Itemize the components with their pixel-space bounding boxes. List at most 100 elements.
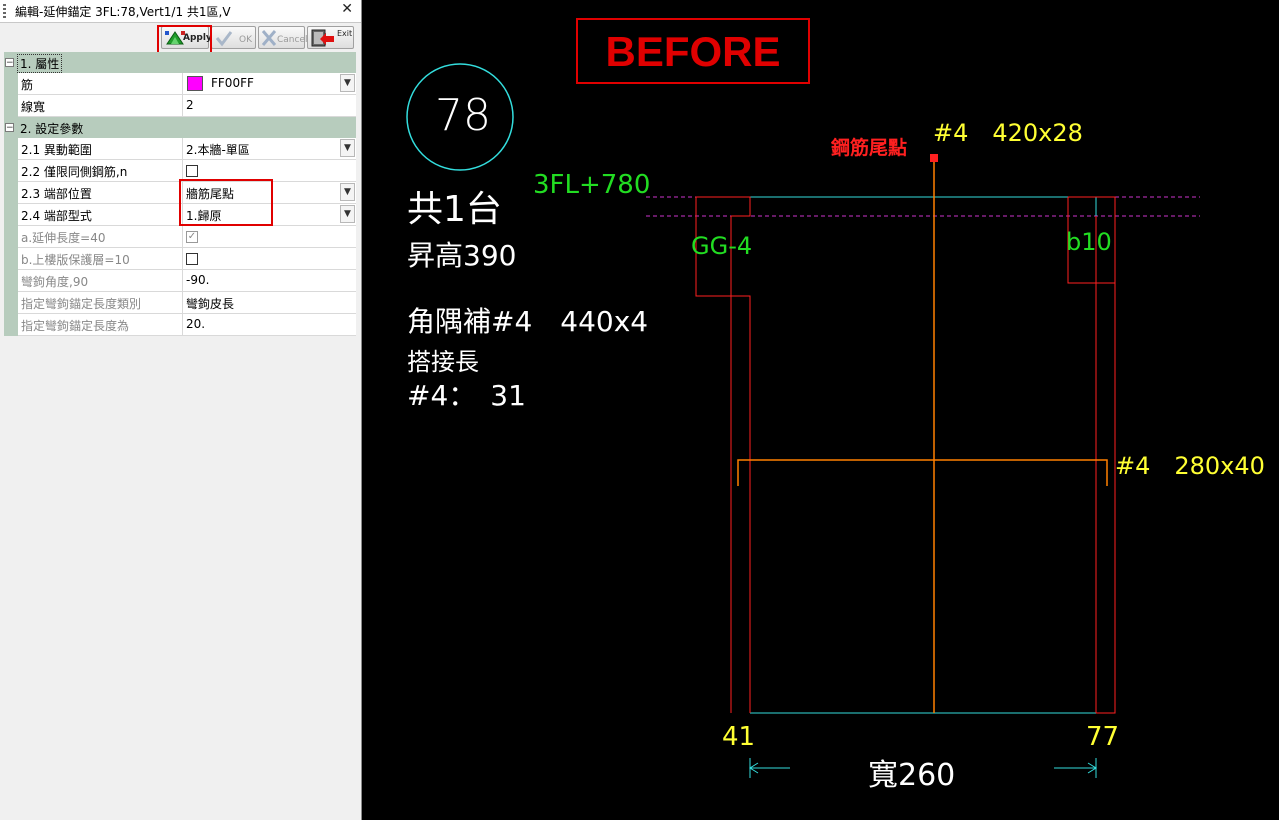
- rebar-tail-point: [930, 154, 938, 162]
- linewidth-field[interactable]: 2: [183, 95, 356, 117]
- panel-titlebar: 編輯-延伸錨定 3FL:78,Vert1/1 共1區,V ✕: [0, 0, 361, 23]
- property-name-text: 2.2 僅限同側鋼筋,n: [21, 165, 128, 179]
- property-row-hook-angle[interactable]: 彎鉤角度,90 -90.: [4, 270, 356, 292]
- hook-type-field[interactable]: 彎鉤皮長: [183, 292, 356, 314]
- row-gutter: [4, 182, 18, 204]
- property-grid: − 1. 屬性 筋 FF00FF ▼ 線寬 2 − 2. 設定參數 2.1 異動…: [4, 52, 356, 336]
- hoop-rebar-text: #4 280x40: [1115, 452, 1265, 480]
- collapse-icon[interactable]: −: [5, 123, 14, 133]
- same-side-checkbox[interactable]: [186, 165, 198, 177]
- row-gutter: [4, 73, 18, 95]
- chevron-down-icon[interactable]: ▼: [340, 139, 355, 157]
- close-button[interactable]: ✕: [341, 1, 353, 17]
- cad-canvas[interactable]: BEFORE 78 共1台 昇高390 角隅補#4 440x4 搭接長 #4： …: [363, 0, 1279, 820]
- property-row-extension-length[interactable]: a.延伸長度=40 ✓: [4, 226, 356, 248]
- property-name: b.上樓版保護層=10: [18, 248, 183, 270]
- panel-title: 編輯-延伸錨定 3FL:78,Vert1/1 共1區,V: [15, 5, 231, 19]
- property-name-text: 2.4 端部型式: [21, 209, 92, 223]
- lap-label: 搭接長: [407, 348, 479, 376]
- property-row-same-side[interactable]: 2.2 僅限同側鋼筋,n: [4, 160, 356, 182]
- row-gutter: [4, 204, 18, 226]
- hook-length-field[interactable]: 20.: [183, 314, 356, 336]
- hook-angle-field[interactable]: -90.: [183, 270, 356, 292]
- row-gutter: [4, 292, 18, 314]
- property-name: 彎鉤角度,90: [18, 270, 183, 292]
- same-side-field: [183, 160, 356, 182]
- property-name: 指定彎鉤錨定長度為: [18, 314, 183, 336]
- drag-grip-icon[interactable]: [3, 4, 6, 18]
- property-name: 2.2 僅限同側鋼筋,n: [18, 160, 183, 182]
- rebar-color-select[interactable]: FF00FF ▼: [183, 73, 356, 95]
- extension-length-field: ✓: [183, 226, 356, 248]
- row-gutter: [4, 248, 18, 270]
- beam-right-text: b10: [1066, 228, 1112, 256]
- property-name: 指定彎鉤錨定長度類別: [18, 292, 183, 314]
- end-type-select[interactable]: 1.歸原 ▼: [183, 204, 356, 226]
- exit-label: Exit: [337, 29, 353, 38]
- property-name-text: 2.3 端部位置: [21, 187, 92, 201]
- property-row-linewidth[interactable]: 線寬 2: [4, 95, 356, 117]
- beam-right-outline: [1068, 196, 1116, 714]
- property-name-text: a.延伸長度=40: [21, 231, 106, 245]
- property-row-cover[interactable]: b.上樓版保護層=10: [4, 248, 356, 270]
- apply-label: Apply: [183, 33, 212, 43]
- end-position-select[interactable]: 牆筋尾點 ▼: [183, 182, 356, 204]
- rise-text: 昇高390: [407, 239, 517, 272]
- chevron-down-icon[interactable]: ▼: [340, 205, 355, 223]
- top-rebar-text: #4 420x28: [933, 119, 1083, 147]
- before-label: BEFORE: [605, 28, 781, 75]
- dim-right-value: 77: [1086, 722, 1120, 752]
- property-panel: 編輯-延伸錨定 3FL:78,Vert1/1 共1區,V ✕ Apply OK …: [0, 0, 362, 820]
- property-row-range[interactable]: 2.1 異動範圍 2.本牆-單區 ▼: [4, 138, 356, 160]
- beam-left-text: GG-4: [691, 232, 753, 260]
- color-swatch: [187, 76, 203, 91]
- cancel-label: Cancel: [277, 35, 308, 45]
- property-row-end-type[interactable]: 2.4 端部型式 1.歸原 ▼: [4, 204, 356, 226]
- before-label-box: BEFORE: [576, 18, 810, 84]
- chevron-down-icon[interactable]: ▼: [340, 74, 355, 92]
- circle-number: 78: [435, 90, 491, 141]
- property-name: 線寬: [18, 95, 183, 117]
- exit-door-icon: [311, 29, 334, 47]
- property-name: 2.1 異動範圍: [18, 138, 183, 160]
- level-text: 3FL+780: [533, 170, 651, 200]
- beam-left-outline: [695, 196, 751, 713]
- width-text: 寬260: [868, 758, 956, 793]
- hook-type-value: 彎鉤皮長: [186, 297, 235, 311]
- count-text: 共1台: [407, 189, 502, 230]
- ok-label: OK: [239, 35, 252, 45]
- range-select[interactable]: 2.本牆-單區 ▼: [183, 138, 356, 160]
- chevron-down-icon[interactable]: ▼: [340, 183, 355, 201]
- row-gutter: [4, 314, 18, 336]
- linewidth-value: 2: [186, 98, 194, 112]
- range-value: 2.本牆-單區: [186, 143, 250, 157]
- dim-left-value: 41: [722, 722, 756, 752]
- cover-checkbox[interactable]: [186, 253, 198, 265]
- property-row-end-position[interactable]: 2.3 端部位置 牆筋尾點 ▼: [4, 182, 356, 204]
- category-parameters[interactable]: − 2. 設定參數: [4, 117, 356, 138]
- row-gutter: [4, 138, 18, 160]
- apply-button[interactable]: Apply: [161, 26, 212, 49]
- row-gutter: [4, 160, 18, 182]
- lap-value: #4： 31: [407, 379, 526, 412]
- property-name: 筋: [18, 73, 183, 95]
- category-attributes[interactable]: − 1. 屬性: [4, 52, 356, 73]
- property-name-text: 筋: [21, 78, 34, 92]
- cover-field: [183, 248, 356, 270]
- row-gutter: [4, 95, 18, 117]
- exit-button[interactable]: Exit: [307, 26, 354, 49]
- tail-point-label: 鋼筋尾點: [831, 137, 908, 159]
- property-name-text: 指定彎鉤錨定長度為: [21, 319, 130, 333]
- property-row-hook-length[interactable]: 指定彎鉤錨定長度為 20.: [4, 314, 356, 336]
- collapse-icon[interactable]: −: [5, 58, 14, 68]
- property-row-hook-type[interactable]: 指定彎鉤錨定長度類別 彎鉤皮長: [4, 292, 356, 314]
- hook-angle-value: -90.: [186, 273, 210, 287]
- property-row-rebar[interactable]: 筋 FF00FF ▼: [4, 73, 356, 95]
- property-name: a.延伸長度=40: [18, 226, 183, 248]
- end-type-value: 1.歸原: [186, 209, 222, 223]
- extension-length-checkbox[interactable]: ✓: [186, 231, 198, 243]
- hoop-rebar: [737, 459, 1108, 486]
- cancel-button[interactable]: Cancel: [258, 26, 308, 49]
- property-name-text: 2.1 異動範圍: [21, 143, 92, 157]
- ok-button[interactable]: OK: [211, 26, 256, 49]
